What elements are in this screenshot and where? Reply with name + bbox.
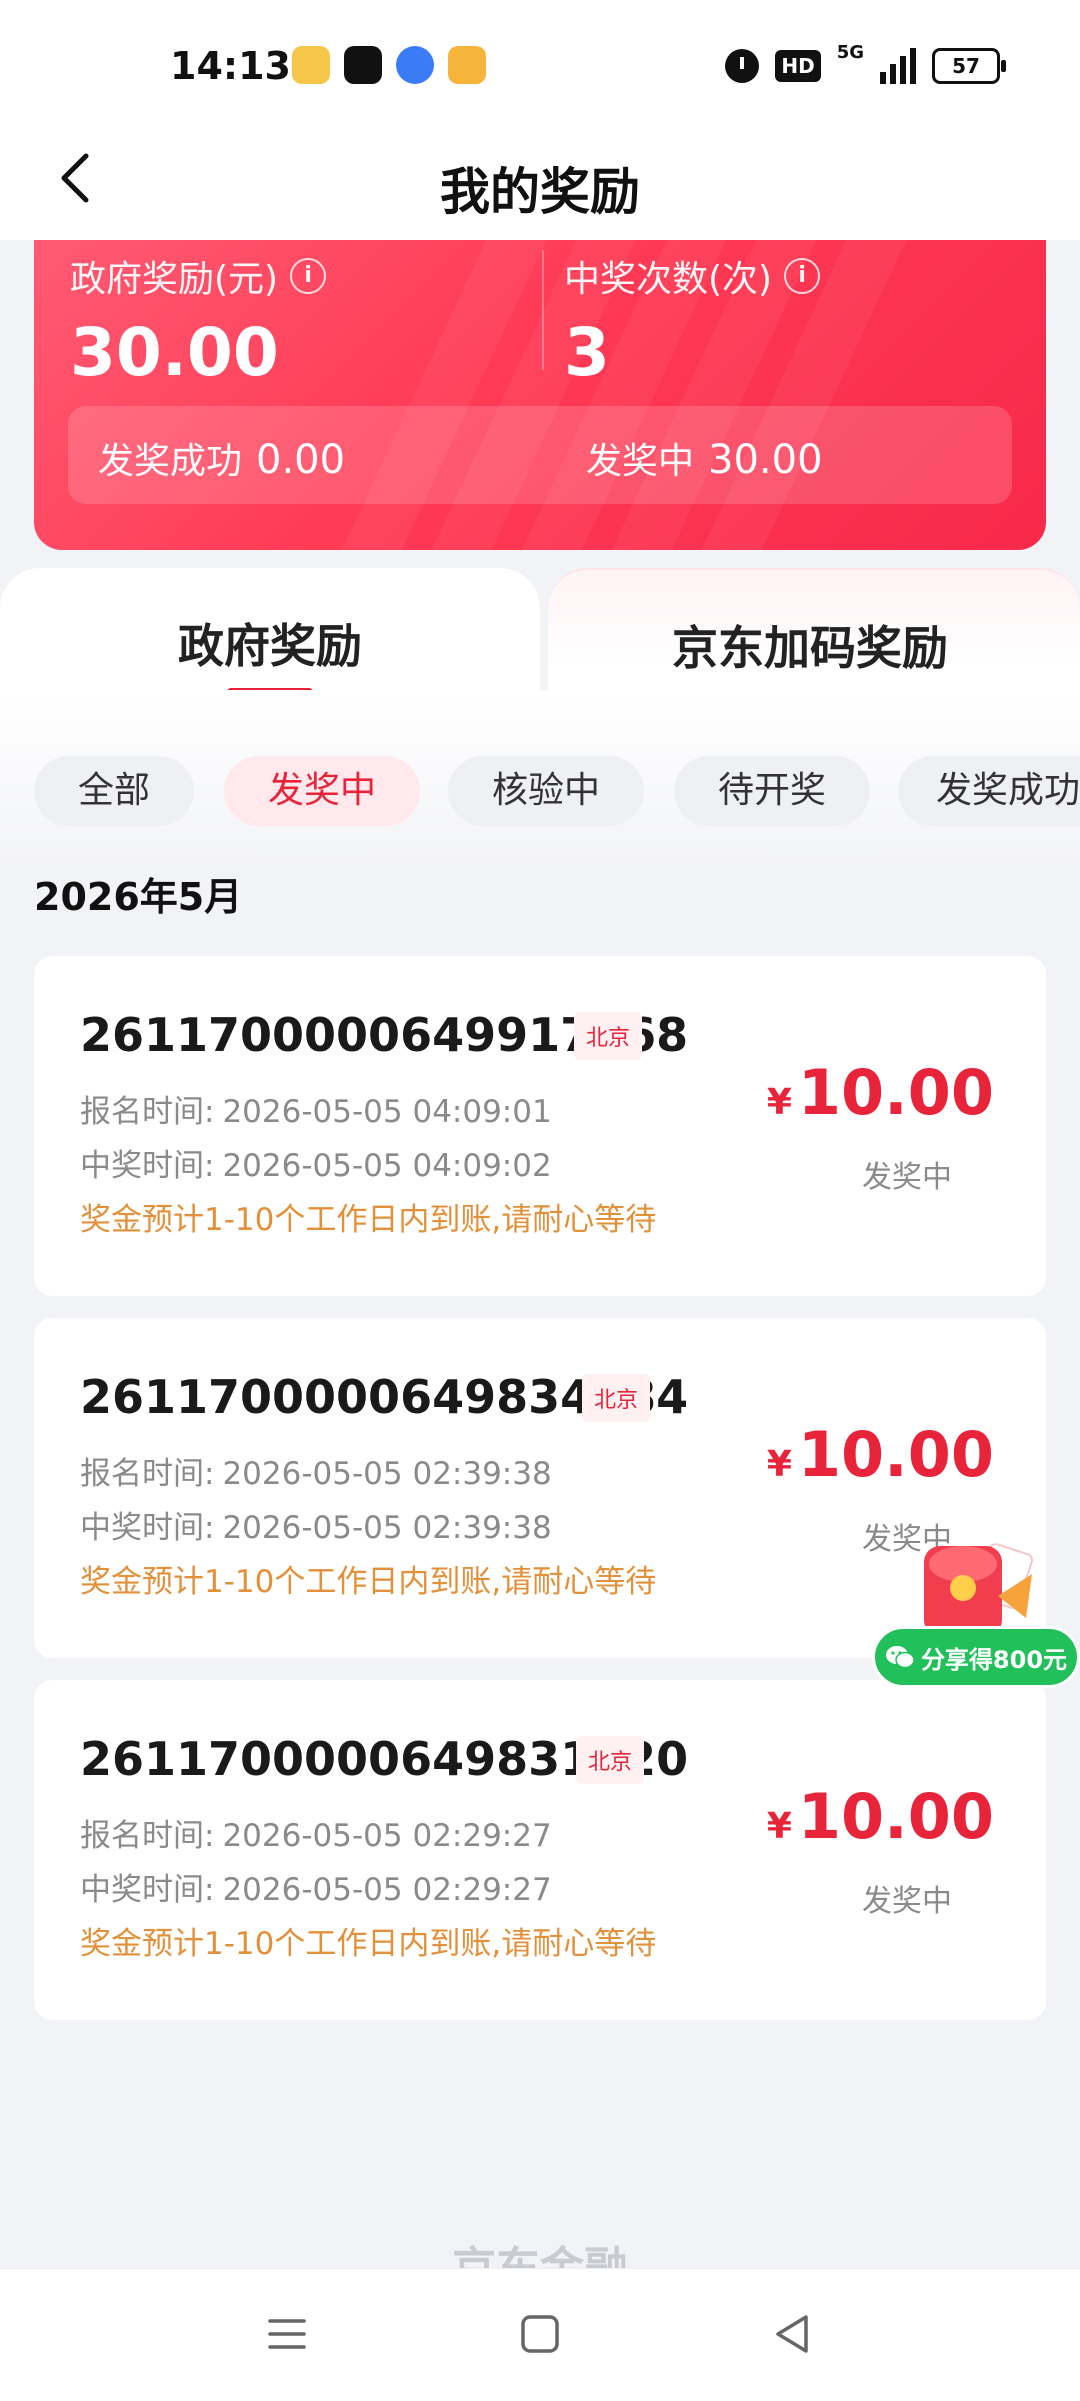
payout-success: 发奖成功 0.00	[98, 432, 345, 484]
win-time-row: 中奖时间: 2026-05-05 02:29:27	[80, 1864, 552, 1909]
clock: 14:13	[170, 44, 291, 88]
month-header: 2026年5月	[34, 875, 243, 919]
share-label: 分享得800元	[920, 1645, 1068, 1674]
win-time: 2026-05-05 02:29:27	[222, 1872, 552, 1908]
city-badge: 北京	[582, 1374, 651, 1422]
payout-note: 奖金预计1-10个工作日内到账,请耐心等待	[80, 1926, 657, 1962]
notification-icons	[292, 46, 486, 84]
payout-pending-label: 发奖中	[586, 441, 695, 482]
reward-record-card[interactable]: 2611700000649831020 北京 报名时间: 2026-05-05 0…	[34, 1680, 1046, 2020]
payout-pending: 发奖中 30.00	[586, 432, 823, 484]
signup-time: 2026-05-05 02:39:38	[222, 1456, 552, 1492]
signup-time-row: 报名时间: 2026-05-05 04:09:01	[80, 1086, 552, 1131]
wechat-icon	[885, 1646, 915, 1669]
video-app-icon	[448, 46, 486, 84]
payout-note: 奖金预计1-10个工作日内到账,请耐心等待	[80, 1202, 657, 1238]
tiktok-icon	[344, 46, 382, 84]
payout-status-bar: 发奖成功 0.00 发奖中 30.00	[68, 406, 1012, 504]
win-label: 中奖时间:	[80, 1148, 215, 1184]
share-pill: 分享得800元	[872, 1626, 1080, 1688]
city-badge: 北京	[574, 1012, 643, 1060]
gov-reward-stat: 政府奖励(元) i 30.00	[70, 250, 327, 391]
win-label: 中奖时间:	[80, 1872, 215, 1908]
signup-time-row: 报名时间: 2026-05-05 02:29:27	[80, 1810, 552, 1855]
win-time: 2026-05-05 02:39:38	[222, 1510, 552, 1546]
win-label: 中奖时间:	[80, 1510, 215, 1546]
tab-jd-bonus-reward[interactable]: 京东加码奖励	[548, 568, 1080, 692]
win-time-row: 中奖时间: 2026-05-05 04:09:02	[80, 1140, 552, 1185]
gov-reward-value: 30.00	[70, 314, 279, 391]
currency-symbol: ¥	[766, 1444, 792, 1485]
currency-symbol: ¥	[766, 1082, 792, 1123]
reward-amount: ¥10.00	[767, 1780, 994, 1853]
amount-value: 10.00	[797, 1780, 994, 1853]
city-badge: 北京	[576, 1736, 645, 1784]
gov-reward-label: 政府奖励(元)	[70, 259, 279, 300]
filter-awaiting-draw[interactable]: 待开奖	[674, 756, 870, 826]
tab-label: 政府奖励	[178, 619, 362, 673]
back-triangle-icon[interactable]	[768, 2309, 818, 2359]
payout-pending-value: 30.00	[708, 437, 823, 483]
page-title: 我的奖励	[440, 163, 640, 221]
win-count-label: 中奖次数(次)	[564, 259, 773, 300]
nav-header: 我的奖励	[0, 120, 1080, 240]
amount-value: 10.00	[797, 1418, 994, 1491]
reward-amount: ¥10.00	[767, 1418, 994, 1491]
signal-icon	[880, 48, 916, 84]
network-type: 5G	[836, 41, 864, 63]
record-status: 发奖中	[862, 1884, 952, 1919]
tab-label: 京东加码奖励	[672, 621, 948, 675]
info-icon[interactable]: i	[290, 258, 327, 294]
win-time-row: 中奖时间: 2026-05-05 02:39:38	[80, 1502, 552, 1547]
filter-all[interactable]: 全部	[34, 756, 194, 826]
stat-divider	[542, 250, 544, 370]
filter-verifying[interactable]: 核验中	[448, 756, 644, 826]
signup-time-row: 报名时间: 2026-05-05 02:39:38	[80, 1448, 552, 1493]
signup-label: 报名时间:	[80, 1818, 215, 1854]
currency-symbol: ¥	[766, 1806, 792, 1847]
status-bar: 14:13 HD 5G 57	[0, 0, 1080, 120]
hd-icon: HD	[775, 50, 821, 82]
payout-success-value: 0.00	[256, 437, 346, 483]
filter-paid[interactable]: 发奖成功	[898, 756, 1080, 826]
alarm-icon	[725, 49, 760, 83]
signup-label: 报名时间:	[80, 1456, 215, 1492]
home-square-icon[interactable]	[515, 2309, 565, 2359]
meituan-icon	[292, 46, 330, 84]
reward-record-card[interactable]: 2611700000649917368 北京 报名时间: 2026-05-05 0…	[34, 956, 1046, 1296]
system-indicators: HD 5G 57	[725, 42, 1006, 84]
signup-label: 报名时间:	[80, 1094, 215, 1130]
browser-icon	[396, 46, 434, 84]
payout-note: 奖金预计1-10个工作日内到账,请耐心等待	[80, 1564, 657, 1600]
system-nav-bar	[0, 2268, 1080, 2401]
amount-value: 10.00	[797, 1056, 994, 1129]
reward-tabs: 京东加码奖励 政府奖励	[0, 568, 1080, 708]
reward-amount: ¥10.00	[767, 1056, 994, 1129]
record-status: 发奖中	[862, 1160, 952, 1195]
info-icon[interactable]: i	[784, 258, 821, 294]
payout-success-label: 发奖成功	[98, 441, 243, 482]
signup-time: 2026-05-05 02:29:27	[222, 1818, 552, 1854]
menu-icon[interactable]	[262, 2309, 312, 2359]
win-count-stat: 中奖次数(次) i 3	[564, 250, 821, 391]
tab-gov-reward[interactable]: 政府奖励	[0, 568, 540, 708]
battery-icon: 57	[932, 48, 1006, 84]
filter-paying[interactable]: 发奖中	[224, 756, 420, 826]
reward-summary-card: 政府奖励(元) i 30.00 中奖次数(次) i 3 发奖成功 0.00 发奖中…	[34, 240, 1046, 550]
share-reward-float-button[interactable]: 分享得800元	[872, 1530, 1080, 1690]
win-time: 2026-05-05 04:09:02	[222, 1148, 552, 1184]
signup-time: 2026-05-05 04:09:01	[222, 1094, 552, 1130]
win-count-value: 3	[564, 314, 610, 391]
status-filter-bar: 全部 发奖中 核验中 待开奖 发奖成功	[0, 690, 1080, 880]
